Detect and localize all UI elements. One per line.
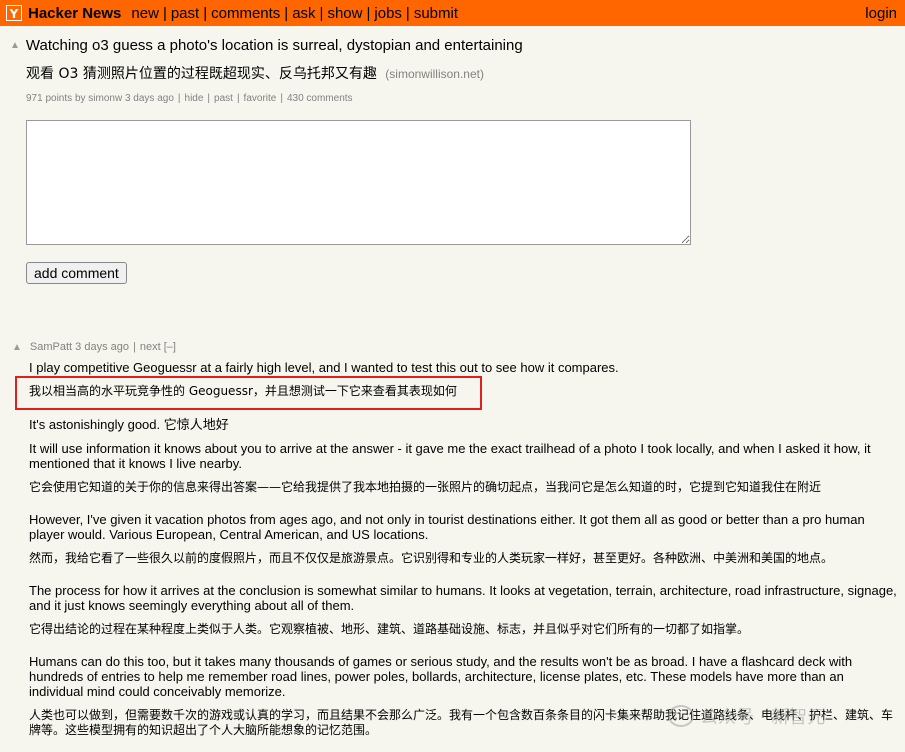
comment-paragraph-3-zh: 它会使用它知道的关于你的信息来得出答案——它给我提供了我本地拍摄的一张照片的确切… bbox=[29, 480, 822, 494]
comment-age-link[interactable]: 3 days ago bbox=[75, 341, 129, 353]
comment-paragraph-6: Humans can do this too, but it takes man… bbox=[29, 654, 853, 699]
story-hide-link[interactable]: hide bbox=[185, 93, 204, 104]
story-site-link[interactable]: (simonwillison.net) bbox=[385, 67, 484, 81]
story-comments-link[interactable]: 430 comments bbox=[287, 93, 353, 104]
add-comment-button[interactable]: add comment bbox=[26, 262, 127, 284]
nav-past[interactable]: past bbox=[171, 5, 199, 22]
comment-paragraph-4-zh: 然而，我给它看了一些很久以前的度假照片，而且不仅仅是旅游景点。它识别得和专业的人… bbox=[29, 551, 834, 565]
upvote-arrow-icon[interactable]: ▲ bbox=[10, 40, 20, 51]
story-favorite-link[interactable]: favorite bbox=[244, 93, 277, 104]
nav-show[interactable]: show bbox=[327, 5, 362, 22]
comment-paragraph-5-zh: 它得出结论的过程在某种程度上类似于人类。它观察植被、地形、建筑、道路基础设施、标… bbox=[29, 622, 750, 636]
nav-submit[interactable]: submit bbox=[414, 5, 458, 22]
comment-upvote-arrow-icon[interactable]: ▲ bbox=[12, 342, 22, 353]
comment-paragraph-5: The process for how it arrives at the co… bbox=[29, 583, 897, 613]
comment-textarea[interactable] bbox=[26, 120, 691, 245]
story-age-link[interactable]: 3 days ago bbox=[125, 93, 174, 104]
story-subtext: 971 points by simonw 3 days ago | hide | pas… bbox=[26, 93, 353, 104]
nav-links: new | past | comments | ask | show | jobs | submit bbox=[131, 4, 459, 22]
watermark-text: 公众号 · 新智元 bbox=[700, 707, 826, 728]
comment-next-link[interactable]: next bbox=[140, 341, 161, 353]
nav-ask[interactable]: ask bbox=[292, 5, 315, 22]
story-past-link[interactable]: past bbox=[214, 93, 233, 104]
story-points: 971 points bbox=[26, 93, 73, 104]
highlight-box bbox=[15, 376, 482, 410]
story-by: by bbox=[74, 93, 86, 104]
nav-new[interactable]: new bbox=[131, 5, 159, 22]
watermark: 公众号 · 新智元 bbox=[668, 703, 825, 729]
comment-paragraph-3: It will use information it knows about y… bbox=[29, 441, 871, 471]
login-link[interactable]: login bbox=[865, 5, 897, 22]
comment-author-link[interactable]: SamPatt bbox=[30, 341, 72, 353]
hn-logo-icon[interactable]: Y bbox=[6, 5, 22, 21]
comment-toggle[interactable]: [–] bbox=[164, 341, 176, 353]
comment-paragraph-2: It's astonishingly good. 它惊人地好 bbox=[29, 417, 229, 432]
site-name-link[interactable]: Hacker News bbox=[28, 5, 121, 22]
story-title-row: ▲ Watching o3 guess a photo's location i… bbox=[10, 37, 523, 54]
story-title-translation: 观看 O3 猜测照片位置的过程既超现实、反乌托邦又有趣 (simonwillis… bbox=[26, 63, 484, 83]
story-title-link[interactable]: Watching o3 guess a photo's location is … bbox=[26, 37, 523, 54]
story-title-zh: 观看 O3 猜测照片位置的过程既超现实、反乌托邦又有趣 bbox=[26, 66, 377, 82]
story-author-link[interactable]: simonw bbox=[88, 93, 122, 104]
top-bar: Y Hacker News new | past | comments | ask | show… bbox=[0, 0, 905, 26]
wechat-icon bbox=[668, 705, 694, 727]
comment-paragraph-4: However, I've given it vacation photos f… bbox=[29, 512, 865, 542]
nav-comments[interactable]: comments bbox=[211, 5, 280, 22]
comment-header: ▲ SamPatt 3 days ago | next [–] bbox=[12, 341, 176, 353]
nav-jobs[interactable]: jobs bbox=[374, 5, 402, 22]
comment-paragraph-1: I play competitive Geoguessr at a fairly… bbox=[29, 360, 619, 375]
